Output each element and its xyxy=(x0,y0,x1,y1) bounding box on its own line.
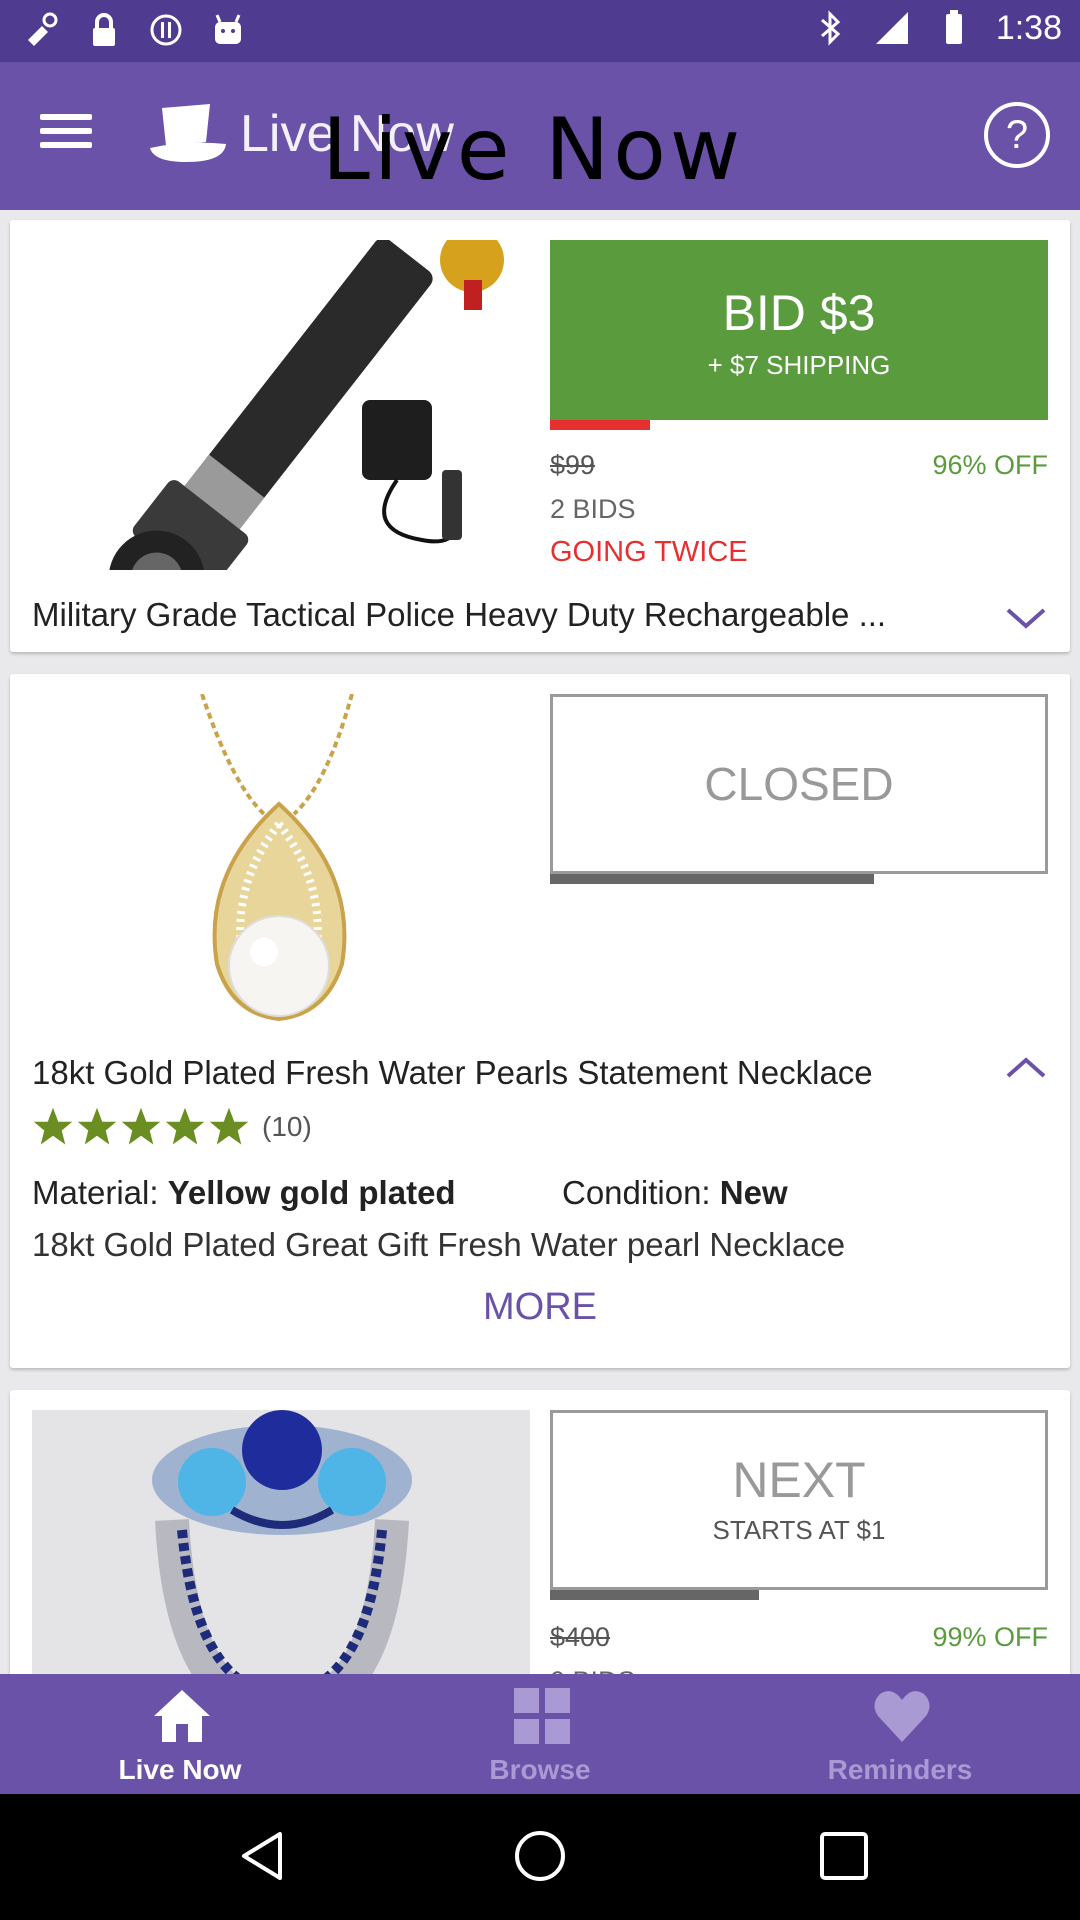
lock-icon xyxy=(84,10,124,50)
auction-card-necklace[interactable]: CLOSED 18kt Gold Plated Fresh Water Pear… xyxy=(10,674,1070,1368)
auction-card-flashlight[interactable]: BID $3 + $7 SHIPPING $99 96% OFF 2 BIDS … xyxy=(10,220,1070,652)
home-button-icon[interactable] xyxy=(512,1828,568,1884)
more-link[interactable]: MORE xyxy=(10,1286,1070,1329)
item-specs: Material: Yellow gold plated Condition: … xyxy=(32,1174,1032,1212)
android-icon xyxy=(208,10,248,50)
necklace-image[interactable] xyxy=(32,694,530,1024)
status-bar: 1:38 xyxy=(0,0,1080,62)
ring-image[interactable] xyxy=(32,1410,530,1690)
next-label: NEXT xyxy=(732,1452,866,1508)
auction-timer-bar xyxy=(550,874,874,884)
retail-price: $99 xyxy=(550,450,596,480)
closed-label: CLOSED xyxy=(704,758,894,810)
auction-urgency: GOING TWICE xyxy=(550,536,748,568)
nav-reminders[interactable]: Reminders xyxy=(720,1674,1080,1794)
menu-icon[interactable] xyxy=(40,114,92,154)
home-icon xyxy=(154,1690,210,1742)
nav-browse[interactable]: Browse xyxy=(360,1674,720,1794)
condition-value: New xyxy=(719,1174,788,1211)
discount-label: 99% OFF xyxy=(932,1622,1048,1652)
review-count: (10) xyxy=(262,1111,312,1142)
overlay-title: Live Now xyxy=(322,100,745,200)
nav-label: Browse xyxy=(489,1754,591,1785)
heart-icon xyxy=(874,1691,930,1742)
rating: (10) xyxy=(32,1106,312,1148)
condition-label: Condition: xyxy=(562,1174,711,1211)
chevron-down-icon[interactable] xyxy=(1004,604,1048,632)
flashlight-image[interactable] xyxy=(32,240,530,570)
top-hat-logo-icon xyxy=(146,102,230,171)
bluetooth-icon xyxy=(810,8,850,48)
item-title[interactable]: 18kt Gold Plated Fresh Water Pearls Stat… xyxy=(32,1054,873,1092)
price-row: $400 99% OFF xyxy=(550,1622,1048,1653)
discount-label: 96% OFF xyxy=(932,450,1048,480)
star-icon xyxy=(209,1107,249,1145)
shipping-cost: + $7 SHIPPING xyxy=(707,350,891,380)
item-title[interactable]: Military Grade Tactical Police Heavy Dut… xyxy=(32,596,886,634)
sync-icon xyxy=(146,10,186,50)
fake-gps-icon xyxy=(22,10,62,50)
item-description: 18kt Gold Plated Great Gift Fresh Water … xyxy=(32,1226,846,1263)
auction-timer-bar xyxy=(550,420,650,430)
auction-timer-bar xyxy=(550,1590,759,1600)
status-time: 1:38 xyxy=(995,8,1062,47)
auction-card-ring[interactable]: NEXT STARTS AT $1 $400 99% OFF 0 BIDS xyxy=(10,1390,1070,1690)
bid-button[interactable]: BID $3 + $7 SHIPPING xyxy=(550,240,1048,420)
bid-amount: BID $3 xyxy=(722,285,876,341)
bottom-navigation: Live Now Browse Reminders xyxy=(0,1674,1080,1794)
recents-icon[interactable] xyxy=(816,1828,872,1884)
closed-status-box: CLOSED xyxy=(550,694,1048,874)
starting-price: STARTS AT $1 xyxy=(712,1515,886,1545)
star-icon xyxy=(77,1107,117,1145)
nav-live-now[interactable]: Live Now xyxy=(0,1674,360,1794)
chevron-up-icon[interactable] xyxy=(1004,1054,1048,1082)
next-status-box: NEXT STARTS AT $1 xyxy=(550,1410,1048,1590)
battery-icon xyxy=(934,8,974,48)
system-navigation-bar xyxy=(0,1794,1080,1920)
nav-label: Reminders xyxy=(827,1754,973,1785)
material-label: Material: xyxy=(32,1174,159,1211)
star-icon xyxy=(33,1107,73,1145)
nav-label: Live Now xyxy=(118,1754,242,1785)
retail-price: $400 xyxy=(550,1622,611,1652)
price-row: $99 96% OFF xyxy=(550,450,1048,481)
star-icon xyxy=(165,1107,205,1145)
star-icon xyxy=(121,1107,161,1145)
grid-icon xyxy=(514,1688,570,1744)
signal-icon xyxy=(872,8,912,48)
bid-count: 2 BIDS xyxy=(550,494,636,524)
help-icon[interactable]: ? xyxy=(984,102,1050,168)
material-value: Yellow gold plated xyxy=(167,1174,456,1211)
back-icon[interactable] xyxy=(236,1828,292,1884)
